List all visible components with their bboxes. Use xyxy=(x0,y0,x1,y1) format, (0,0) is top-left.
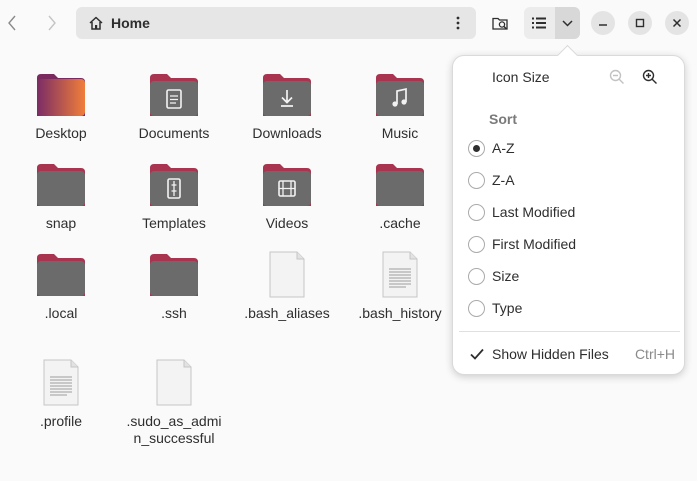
blank-file-icon xyxy=(156,359,192,406)
checkmark-icon xyxy=(470,348,484,360)
blank-file-icon xyxy=(269,251,305,298)
zoom-out-button[interactable] xyxy=(607,67,627,87)
sort-option-last-modified[interactable]: Last Modified xyxy=(465,198,675,226)
file-name: .sudo_as_admin_successful xyxy=(126,413,222,446)
forward-button[interactable] xyxy=(40,8,64,38)
sort-option-label: A-Z xyxy=(492,140,515,156)
file-name: Templates xyxy=(142,215,206,231)
zoom-in-button[interactable] xyxy=(640,67,660,87)
sort-option-size[interactable]: Size xyxy=(465,262,675,290)
icon-size-label: Icon Size xyxy=(492,69,550,85)
file-name: .bash_aliases xyxy=(244,305,330,321)
view-options-button[interactable] xyxy=(555,7,580,39)
minimize-icon xyxy=(599,24,607,26)
list-view-icon xyxy=(532,17,546,29)
back-button[interactable] xyxy=(0,8,24,38)
downloads-folder-icon xyxy=(263,74,311,116)
sort-option-type[interactable]: Type xyxy=(465,294,675,322)
sort-option-a-z[interactable]: A-Z xyxy=(465,134,675,162)
file-name: .bash_history xyxy=(358,305,442,321)
templates-folder-icon xyxy=(150,164,198,206)
radio-button[interactable] xyxy=(468,172,485,189)
list-view-button[interactable] xyxy=(524,7,554,39)
sort-option-label: First Modified xyxy=(492,236,577,252)
chevron-right-icon xyxy=(48,15,56,31)
show-hidden-files-label: Show Hidden Files xyxy=(492,346,609,362)
view-options-popover: Icon Size Sort A-Z Z-A Last Modified Fir… xyxy=(452,55,685,375)
sort-option-label: Z-A xyxy=(492,172,515,188)
sort-option-first-modified[interactable]: First Modified xyxy=(465,230,675,258)
chevron-left-icon xyxy=(8,15,16,31)
documents-folder-icon xyxy=(150,74,198,116)
current-location-label: Home xyxy=(111,15,150,31)
radio-button[interactable] xyxy=(468,204,485,221)
zoom-out-icon xyxy=(609,69,624,84)
zoom-in-icon xyxy=(642,69,657,84)
home-icon xyxy=(89,16,103,30)
search-folder-icon xyxy=(492,17,508,30)
file-name: Music xyxy=(381,125,419,141)
view-switcher xyxy=(524,7,580,39)
file-name: .local xyxy=(44,305,78,321)
folder-icon xyxy=(37,254,85,296)
sort-option-label: Size xyxy=(492,268,520,284)
maximize-icon xyxy=(635,18,645,28)
radio-button[interactable] xyxy=(468,268,485,285)
sort-option-label: Type xyxy=(492,300,523,316)
keyboard-shortcut: Ctrl+H xyxy=(634,346,675,362)
folder-icon xyxy=(150,254,198,296)
show-hidden-files-toggle[interactable]: Show Hidden Files Ctrl+H xyxy=(465,340,675,368)
file-name: Videos xyxy=(265,215,309,231)
sort-heading: Sort xyxy=(489,111,517,127)
popover-separator xyxy=(459,331,680,332)
text-file-icon xyxy=(382,251,418,298)
path-menu-button[interactable] xyxy=(446,11,470,35)
music-folder-icon xyxy=(376,74,424,116)
file-name: Downloads xyxy=(252,125,322,141)
file-name: .profile xyxy=(39,413,83,429)
file-name: Desktop xyxy=(35,125,87,141)
maximize-button[interactable] xyxy=(628,11,652,35)
close-button[interactable] xyxy=(665,11,689,35)
text-file-icon xyxy=(43,359,79,406)
vertical-ellipsis-icon xyxy=(456,16,460,30)
path-bar[interactable]: Home xyxy=(76,7,476,39)
videos-folder-icon xyxy=(263,164,311,206)
file-name: Documents xyxy=(138,125,210,141)
radio-button[interactable] xyxy=(468,140,485,157)
desktop-folder-icon xyxy=(37,74,85,116)
file-name: .ssh xyxy=(161,305,187,321)
folder-icon xyxy=(37,164,85,206)
radio-button[interactable] xyxy=(468,300,485,317)
chevron-down-icon xyxy=(562,19,573,27)
close-icon xyxy=(672,18,682,28)
folder-icon xyxy=(376,164,424,206)
file-name: snap xyxy=(45,215,77,231)
sort-option-label: Last Modified xyxy=(492,204,576,220)
search-button[interactable] xyxy=(488,10,514,36)
sort-option-z-a[interactable]: Z-A xyxy=(465,166,675,194)
radio-button[interactable] xyxy=(468,236,485,253)
minimize-button[interactable] xyxy=(591,11,615,35)
file-name: .cache xyxy=(379,215,421,231)
